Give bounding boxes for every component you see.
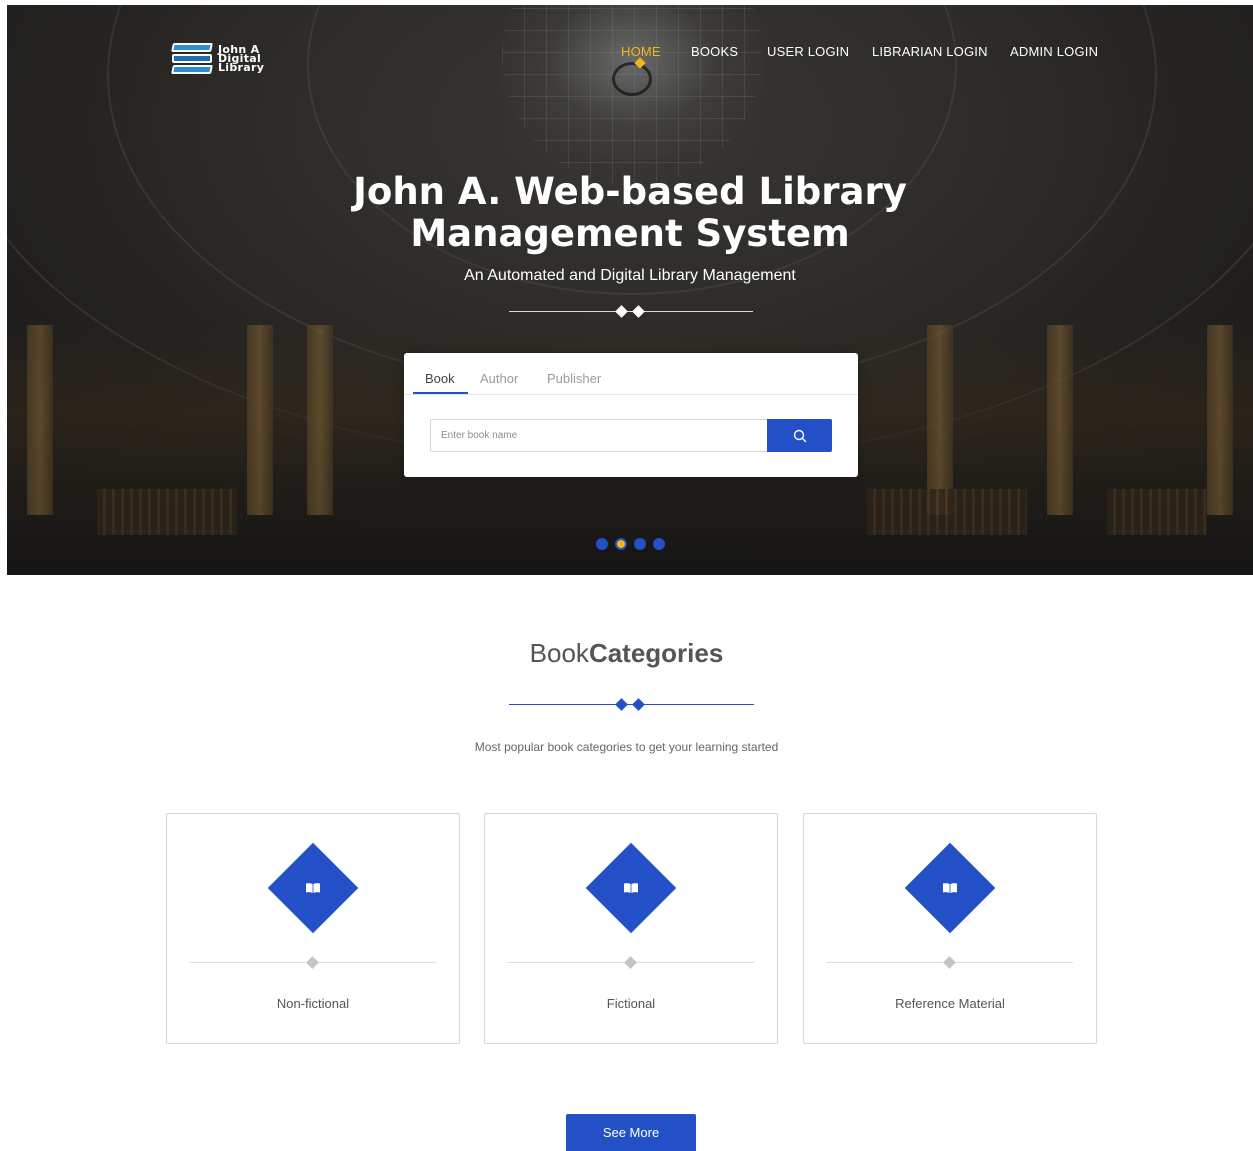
category-label: Non-fictional [276,996,350,1011]
tab-book[interactable]: Book [425,371,455,386]
section-title: BookCategories [0,638,1253,669]
category-label: Reference Material [895,996,1005,1011]
category-card-fictional[interactable]: Fictional [484,813,778,1044]
open-book-icon [624,883,638,893]
card-separator-diamond [306,956,319,969]
carousel-dot[interactable] [596,538,608,550]
main-nav: HOME BOOKS USER LOGIN LIBRARIAN LOGIN AD… [7,44,1253,64]
category-label: Fictional [606,996,656,1011]
nav-item-user-login[interactable]: USER LOGIN [767,44,849,59]
hero-title: John A. Web-based Library Management Sys… [7,171,1253,255]
category-badge [904,842,996,934]
section-title-light: Book [529,638,589,668]
section-divider-diamond [615,698,628,711]
nav-item-admin-login[interactable]: ADMIN LOGIN [1010,44,1098,59]
carousel-dot[interactable] [634,538,646,550]
nav-item-home[interactable]: HOME [621,44,661,59]
hero-title-line: Management System [410,212,850,255]
tab-author[interactable]: Author [480,371,518,386]
section-divider-diamond [632,698,645,711]
carousel-dots [596,538,665,550]
hero-subtitle: An Automated and Digital Library Managem… [464,267,796,284]
active-tab-underline [413,392,468,394]
hero-title-line: John A. Web-based Library [353,170,907,213]
search-tabs: Book Author Publisher [404,353,858,395]
card-separator-diamond [624,956,637,969]
category-card-reference-material[interactable]: Reference Material [803,813,1097,1044]
category-badge [585,842,677,934]
search-icon [793,429,806,442]
tab-publisher[interactable]: Publisher [547,371,601,386]
open-book-icon [306,883,320,893]
section-subtitle: Most popular book categories to get your… [474,740,779,754]
open-book-icon [943,883,957,893]
category-badge [267,842,359,934]
hero-banner: John A Digital Library HOME BOOKS USER L… [7,5,1253,575]
search-input[interactable] [430,419,768,452]
nav-item-librarian-login[interactable]: LIBRARIAN LOGIN [872,44,988,59]
see-more-button[interactable]: See More [566,1114,696,1151]
carousel-dot-active[interactable] [615,538,627,550]
carousel-dot[interactable] [653,538,665,550]
section-title-bold: Categories [588,638,724,668]
search-card: Book Author Publisher [404,353,858,477]
search-button[interactable] [767,419,832,452]
card-separator-diamond [943,956,956,969]
nav-item-books[interactable]: BOOKS [691,44,738,59]
hero-overlay [7,5,1253,575]
category-card-non-fictional[interactable]: Non-fictional [166,813,460,1044]
